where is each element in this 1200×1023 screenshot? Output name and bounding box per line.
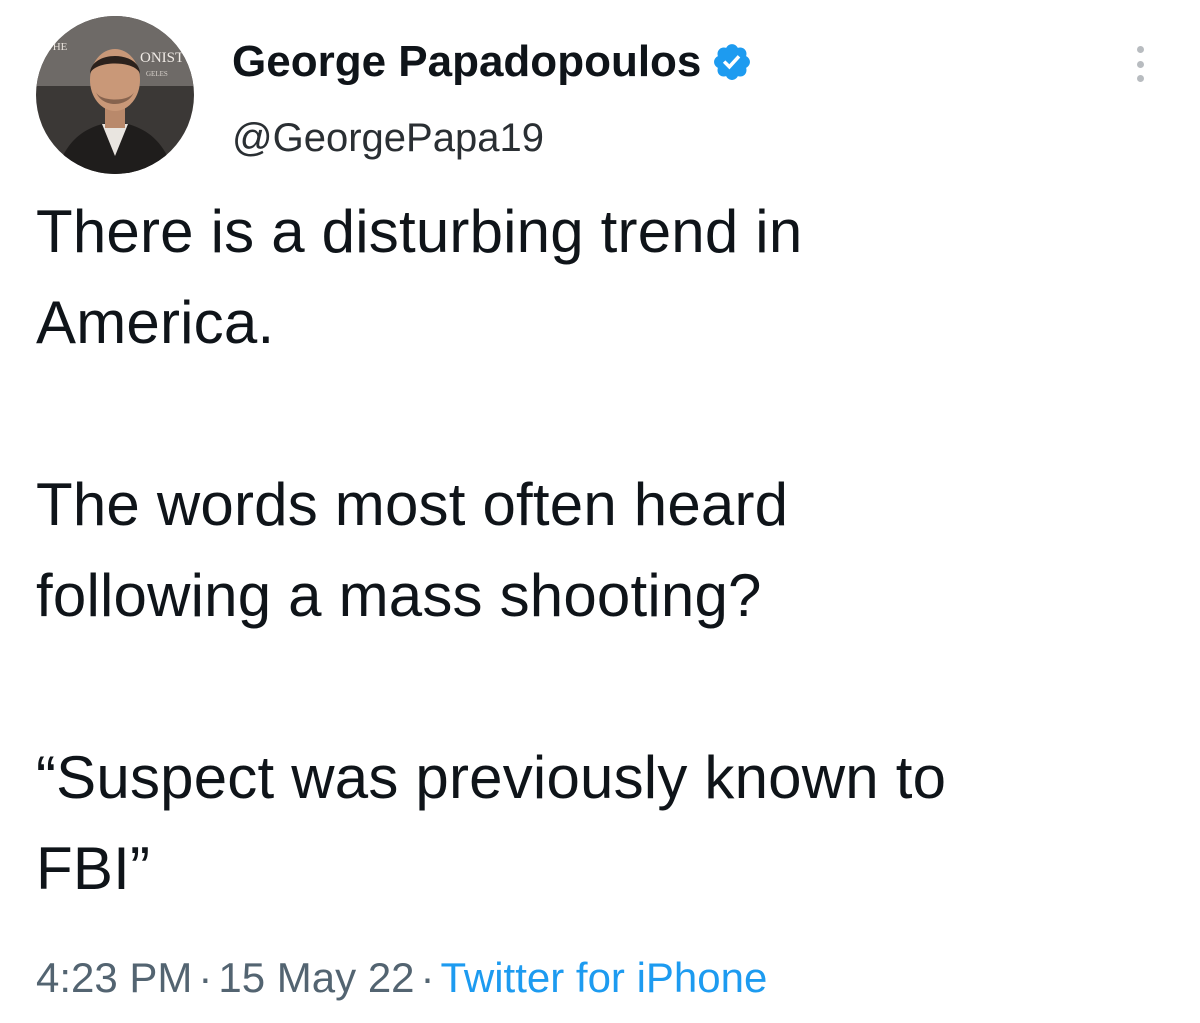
- tweet-line: FBI”: [36, 835, 151, 902]
- avatar[interactable]: THE ONIST GELES: [36, 16, 194, 174]
- tweet-line: “Suspect was previously known to: [36, 744, 947, 811]
- meta-separator: ·: [198, 954, 213, 1001]
- verified-badge-icon: [714, 44, 751, 80]
- tweet-card: THE ONIST GELES George Papadopoulos @Geo…: [0, 0, 1200, 1023]
- tweet-time[interactable]: 4:23 PM: [36, 954, 192, 1001]
- more-dot-icon: [1136, 46, 1144, 53]
- more-dot-icon: [1136, 60, 1144, 68]
- avatar-backdrop-text-2: ONIST: [140, 50, 184, 66]
- avatar-image: THE ONIST GELES: [36, 16, 194, 174]
- author-display-name[interactable]: George Papadopoulos: [232, 36, 701, 88]
- tweet-line: America.: [36, 289, 275, 356]
- tweet-meta: 4:23 PM · 15 May 22 · Twitter for iPhone: [36, 950, 767, 1006]
- tweet-date[interactable]: 15 May 22: [218, 954, 414, 1001]
- more-dot-icon: [1136, 75, 1144, 82]
- tweet-line: There is a disturbing trend in: [36, 198, 803, 265]
- author-name-row[interactable]: George Papadopoulos: [232, 36, 753, 88]
- tweet-text: There is a disturbing trend in America. …: [36, 186, 1176, 914]
- tweet-source-link[interactable]: Twitter for iPhone: [441, 954, 768, 1001]
- avatar-backdrop-text-1: THE: [46, 41, 68, 53]
- author-handle[interactable]: @GeorgePapa19: [232, 114, 544, 162]
- avatar-backdrop-text-3: GELES: [146, 70, 168, 78]
- tweet-line: The words most often heard: [36, 471, 789, 538]
- more-options-button[interactable]: [1120, 40, 1160, 88]
- meta-separator: ·: [420, 954, 435, 1001]
- tweet-line: following a mass shooting?: [36, 562, 762, 629]
